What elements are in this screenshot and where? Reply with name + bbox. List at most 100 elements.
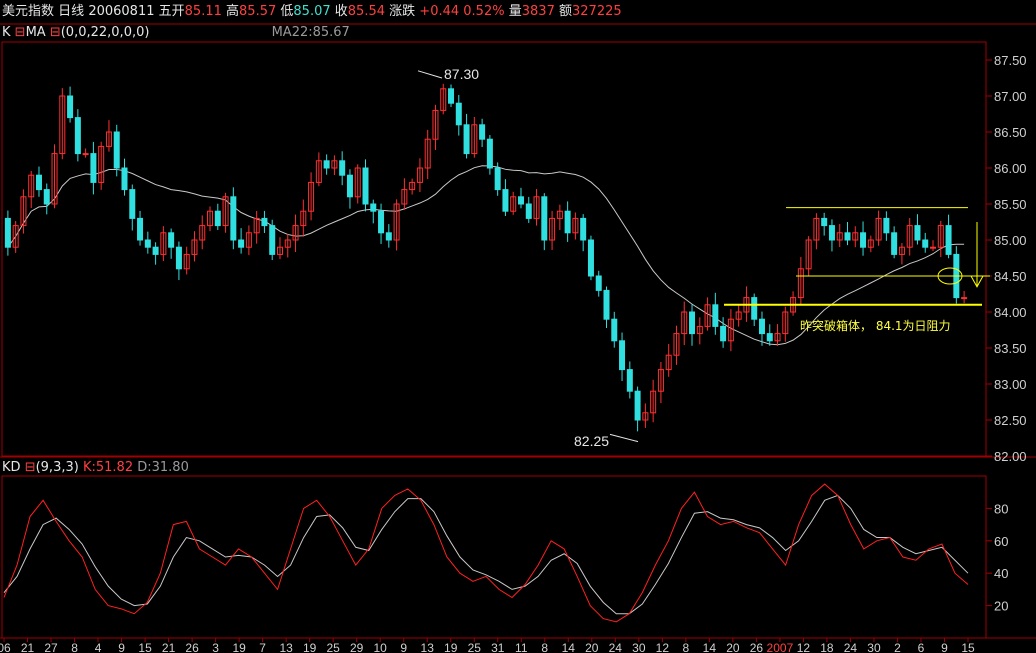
- y-tick-label: 87.50: [994, 53, 1027, 68]
- candle-body: [121, 167, 128, 191]
- candle-body: [766, 333, 773, 342]
- indicator-toggle-icon[interactable]: ⊟: [15, 25, 26, 40]
- candle-body: [214, 210, 221, 227]
- ma-label[interactable]: MA: [26, 25, 46, 40]
- x-tick-label: 19: [232, 641, 246, 653]
- candle-body: [238, 239, 245, 248]
- x-tick-label: 26: [185, 641, 199, 653]
- candle-body: [564, 210, 571, 234]
- kd-toggle-icon[interactable]: ⊟: [25, 460, 36, 475]
- candle-body: [455, 102, 462, 126]
- candle-body: [844, 232, 851, 241]
- x-tick-label: 21: [162, 641, 176, 653]
- candle-body: [611, 318, 618, 342]
- candle-body: [821, 217, 828, 227]
- x-tick-label: 8: [683, 641, 690, 653]
- ma-toggle-icon[interactable]: ⊟: [50, 25, 61, 40]
- x-tick-label: 6: [918, 641, 925, 653]
- kd-panel-frame: [1, 475, 987, 639]
- quote-header: 美元指数 日线 20060811 五开85.11 高85.57 低85.07 收…: [2, 4, 622, 20]
- low-value: 85.07: [293, 4, 331, 19]
- candle-body: [828, 225, 835, 241]
- y-tick-label: 82.00: [994, 449, 1027, 464]
- x-tick-label: 20: [585, 641, 599, 653]
- high-value: 85.57: [239, 4, 277, 19]
- candle-body: [152, 246, 159, 255]
- x-axis: 06 21 27 8 4 9 15 21 26 3 19 7 13 19 25 29 10 9 13 19 25 31 11…: [0, 638, 975, 653]
- annotation-note: 昨突破箱体， 84.1为日阻力: [800, 318, 951, 333]
- candle-body: [486, 138, 493, 169]
- x-tick-label: 9: [118, 641, 125, 653]
- candle-body: [385, 232, 392, 241]
- x-tick-label: 25: [326, 641, 340, 653]
- candle-body: [580, 217, 587, 241]
- candle-body: [751, 297, 758, 320]
- x-tick-label: 24: [609, 641, 623, 653]
- kd-title[interactable]: KD: [2, 460, 21, 475]
- candle-body: [860, 232, 867, 248]
- x-tick-label: 13: [421, 641, 435, 653]
- candle-body: [43, 189, 50, 205]
- x-tick-label: 10: [374, 641, 388, 653]
- main-panel-title: K ⊟MA ⊟(0,0,22,0,0,0) MA22:85.67: [2, 25, 350, 41]
- candle-body: [137, 217, 144, 241]
- y-tick-label: 84.50: [994, 269, 1027, 284]
- y-tick-label: 85.50: [994, 197, 1027, 212]
- x-tick-label: 30: [867, 641, 881, 653]
- candle-body: [712, 304, 719, 327]
- weekday: 五: [158, 4, 172, 19]
- y-tick-label: 83.50: [994, 341, 1027, 356]
- candle-body: [168, 232, 175, 248]
- candle-body: [74, 117, 81, 155]
- candle-body: [883, 217, 890, 234]
- candle-body: [82, 153, 89, 156]
- candle-body: [525, 203, 532, 219]
- x-tick-label: 25: [468, 641, 482, 653]
- chart-canvas[interactable]: 87.50 87.00 86.50 86.00 85.50 85.00 84.50 84.00…: [0, 0, 1036, 653]
- candle-body: [370, 203, 377, 212]
- x-tick-label: 2: [894, 641, 901, 653]
- kd-y-tick-label: 20: [994, 599, 1008, 614]
- close-value: 85.54: [347, 4, 385, 19]
- annotation-low: 82.25: [574, 433, 609, 449]
- low-label: 低: [280, 4, 294, 19]
- kd-y-axis: 80 60 40 20: [986, 501, 1008, 614]
- candle-body: [922, 239, 929, 248]
- y-tick-label: 86.50: [994, 125, 1027, 140]
- x-tick-label: 24: [844, 641, 858, 653]
- main-y-axis: 87.50 87.00 86.50 86.00 85.50 85.00 84.50 84.00…: [986, 53, 1027, 464]
- candle-body: [930, 246, 937, 249]
- y-tick-label: 82.50: [994, 413, 1027, 428]
- x-tick-label: 31: [491, 641, 505, 653]
- candle-body: [269, 225, 276, 255]
- candle-body: [914, 225, 921, 241]
- x-tick-label: 19: [303, 641, 317, 653]
- candle-body: [619, 340, 626, 371]
- x-tick-label: 29: [350, 641, 364, 653]
- candle-body: [448, 88, 455, 104]
- indicator-k[interactable]: K: [2, 25, 11, 40]
- d-value: D:31.80: [137, 460, 189, 475]
- candle-body: [378, 210, 385, 234]
- x-tick-label: 14: [703, 641, 717, 653]
- candle-body: [479, 124, 486, 140]
- annotation-high: 87.30: [444, 66, 479, 82]
- candle-body: [689, 311, 696, 335]
- x-tick-label: 8: [541, 641, 548, 653]
- candle-body: [35, 174, 42, 191]
- candle-body: [90, 153, 97, 183]
- ma-value: MA22:85.67: [271, 25, 350, 40]
- candle-body: [961, 297, 968, 300]
- kd-y-tick-label: 80: [994, 501, 1008, 516]
- k-value: K:51.82: [82, 460, 134, 475]
- amount-label: 额: [558, 4, 572, 19]
- candle-body: [230, 196, 237, 241]
- x-tick-label: 8: [71, 641, 78, 653]
- candle-body: [113, 131, 120, 169]
- period: 日线: [58, 4, 85, 19]
- candle-body: [945, 225, 952, 255]
- y-tick-label: 87.00: [994, 89, 1027, 104]
- kd-panel-title: KD ⊟(9,3,3) K:51.82 D:31.80: [2, 460, 189, 476]
- volume-label: 量: [508, 4, 522, 19]
- open-label: 开: [171, 4, 185, 19]
